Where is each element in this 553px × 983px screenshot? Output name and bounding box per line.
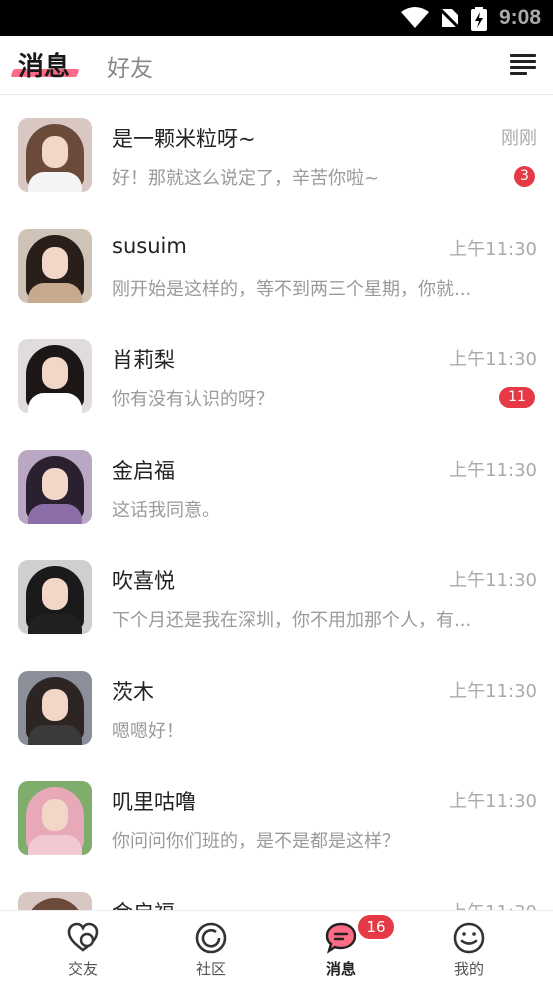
list-item[interactable]: 叽里咕噜 你问问你们班的，是不是都是这样？ 上午11:30 xyxy=(0,759,553,870)
contact-name: 吹喜悦 xyxy=(112,569,175,593)
avatar[interactable] xyxy=(18,339,92,413)
message-bubble-icon xyxy=(325,922,357,954)
nav-item-community[interactable]: 社区 xyxy=(142,911,280,983)
menu-lines-icon[interactable] xyxy=(510,54,536,76)
tab-friends[interactable]: 好友 xyxy=(107,49,153,83)
avatar[interactable] xyxy=(18,449,92,524)
nav-item-make-friends[interactable]: 交友 xyxy=(14,911,152,983)
nav-item-profile[interactable]: 我的 xyxy=(400,911,538,983)
nav-label: 消息 xyxy=(325,960,356,978)
battery-charging-icon xyxy=(471,7,487,31)
list-item[interactable]: 茨木 嗯嗯好！ 上午11:30 xyxy=(0,649,553,760)
message-preview: 刚开始是这样的，等不到两三个星期，你就... xyxy=(112,278,472,300)
list-item[interactable]: 肖莉梨 你有没有认识的呀？ 上午11:30 11 xyxy=(0,317,553,428)
messages-nav-badge: 16 xyxy=(358,915,394,939)
avatar[interactable] xyxy=(18,781,92,855)
avatar[interactable] xyxy=(18,560,92,634)
message-time: 上午11:30 xyxy=(449,898,537,911)
contact-name: 叽里咕噜 xyxy=(112,790,196,814)
list-item[interactable]: 是一颗米粒呀~ 好！那就这么说定了，辛苦你啦~ 刚刚 3 xyxy=(0,96,553,207)
message-preview: 你问问你们班的，是不是都是这样？ xyxy=(112,831,400,852)
message-time: 上午11:30 xyxy=(449,680,537,702)
bottom-nav: 交友 社区 消息 我的 xyxy=(0,910,553,983)
message-preview: 你有没有认识的呀？ xyxy=(112,389,274,410)
tab-messages[interactable]: 消息 xyxy=(18,46,70,83)
message-time: 上午11:30 xyxy=(449,570,537,591)
message-time: 上午11:30 xyxy=(449,349,537,370)
message-preview: 好！那就这么说定了，辛苦你啦~ xyxy=(112,168,380,189)
avatar[interactable] xyxy=(18,670,92,745)
avatar[interactable] xyxy=(18,118,92,192)
heart-chat-icon xyxy=(67,922,99,952)
wifi-icon xyxy=(401,7,429,28)
list-item[interactable]: 金启福 上午11:30 xyxy=(0,870,553,911)
list-item[interactable]: 金启福 这话我同意。 上午11:30 xyxy=(0,428,553,539)
list-item[interactable]: susuim 刚开始是这样的，等不到两三个星期，你就... 上午11:30 xyxy=(0,207,553,318)
contact-name: 是一颗米粒呀~ xyxy=(112,127,256,151)
contact-name: 茨木 xyxy=(112,679,154,704)
status-time: 9:08 xyxy=(498,6,541,29)
message-preview: 下个月还是我在深圳，你不用加那个人，有... xyxy=(112,610,472,631)
contact-name: 肖莉梨 xyxy=(112,348,175,372)
avatar[interactable] xyxy=(18,228,92,303)
smile-profile-icon xyxy=(453,922,485,954)
message-time: 上午11:30 xyxy=(449,791,537,812)
nav-label: 社区 xyxy=(195,960,226,978)
top-tab-bar: 消息 好友 xyxy=(0,36,553,95)
message-list: 是一颗米粒呀~ 好！那就这么说定了，辛苦你啦~ 刚刚 3 susuim 刚开始是… xyxy=(0,96,553,910)
contact-name: 金启福 xyxy=(112,897,175,911)
message-time: 上午11:30 xyxy=(449,238,537,260)
unread-badge: 3 xyxy=(514,166,535,187)
list-item[interactable]: 吹喜悦 下个月还是我在深圳，你不用加那个人，有... 上午11:30 xyxy=(0,538,553,649)
unread-badge: 11 xyxy=(499,387,535,408)
message-preview: 这话我同意。 xyxy=(112,499,220,521)
message-time: 刚刚 xyxy=(501,128,537,149)
nav-label: 我的 xyxy=(453,960,484,978)
nav-label: 交友 xyxy=(67,960,98,978)
community-circle-icon xyxy=(195,922,227,954)
contact-name: 金启福 xyxy=(112,458,175,483)
message-time: 上午11:30 xyxy=(449,459,537,481)
contact-name: susuim xyxy=(112,233,187,258)
message-preview: 嗯嗯好！ xyxy=(112,720,184,742)
avatar[interactable] xyxy=(18,891,92,910)
status-bar: 9:08 xyxy=(0,0,553,36)
no-sim-icon xyxy=(438,7,460,29)
